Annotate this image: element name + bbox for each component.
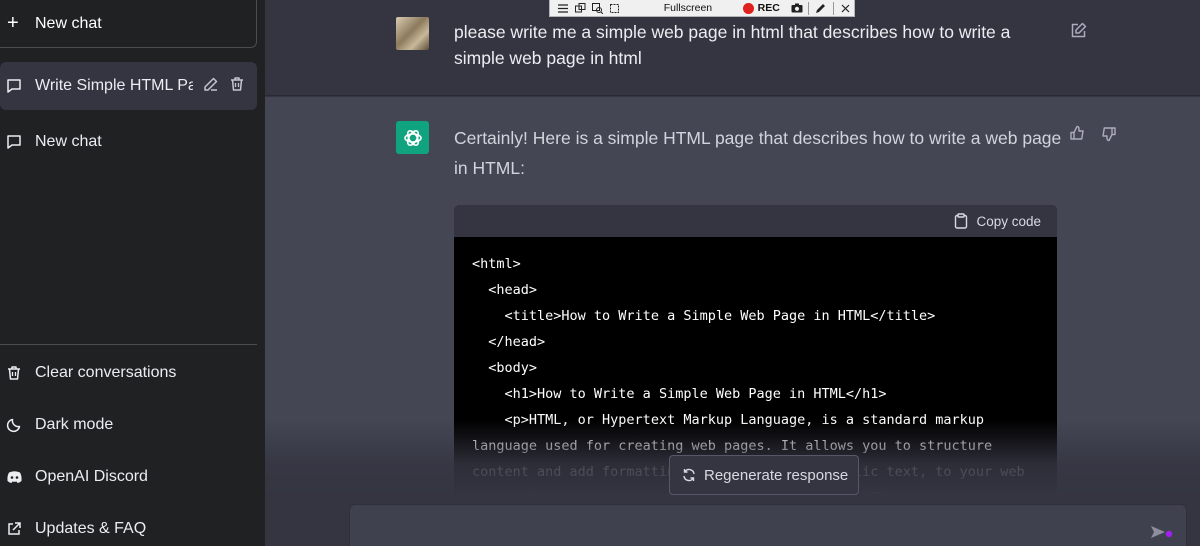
dark-mode-label: Dark mode — [35, 416, 114, 433]
trash-icon — [6, 365, 35, 381]
chat-bubble-icon — [6, 134, 35, 150]
conversation-label: Write Simple HTML Page — [35, 77, 193, 94]
rec-label[interactable]: REC — [758, 2, 780, 14]
copy-code-button[interactable]: Copy code — [454, 205, 1057, 237]
user-message-text: please write me a simple web page in htm… — [454, 22, 1011, 68]
region-zoom-icon[interactable] — [589, 0, 606, 17]
region-select-icon[interactable] — [606, 0, 623, 17]
clear-conversations-button[interactable]: Clear conversations — [0, 353, 257, 393]
send-icon[interactable] — [1150, 524, 1174, 545]
thumbs-up-icon[interactable] — [1069, 125, 1086, 147]
clear-conversations-label: Clear conversations — [35, 364, 177, 381]
conversation-item-active[interactable]: Write Simple HTML Page — [0, 62, 257, 110]
thumbs-down-icon[interactable] — [1100, 125, 1117, 147]
external-link-icon — [6, 521, 35, 537]
updates-faq-link[interactable]: Updates & FAQ — [0, 509, 257, 546]
delete-conversation-icon[interactable] — [229, 76, 245, 97]
updates-faq-label: Updates & FAQ — [35, 520, 147, 537]
refresh-icon — [682, 468, 696, 482]
rename-conversation-icon[interactable] — [203, 76, 219, 97]
edit-message-icon[interactable] — [1070, 22, 1087, 44]
record-dot-icon[interactable] — [743, 2, 754, 14]
toolbar-separator — [832, 1, 834, 15]
conversation-item[interactable]: New chat — [0, 118, 257, 166]
openai-logo-icon — [396, 121, 429, 154]
plus-icon: + — [7, 12, 19, 34]
camera-icon[interactable] — [788, 0, 805, 17]
copy-code-label: Copy code — [976, 213, 1041, 229]
menu-icon[interactable] — [554, 0, 571, 17]
user-avatar — [396, 17, 429, 50]
pen-icon[interactable] — [812, 0, 829, 17]
screen-recorder-toolbar: Fullscreen REC — [549, 0, 855, 17]
dark-mode-button[interactable]: Dark mode — [0, 405, 257, 445]
window-capture-icon[interactable] — [571, 0, 588, 17]
assistant-message-text: Certainly! Here is a simple HTML page th… — [454, 128, 1062, 178]
discord-icon — [6, 470, 35, 484]
new-chat-label: New chat — [35, 14, 102, 32]
sidebar: + New chat Write Simple HTML Page New ch… — [0, 0, 265, 546]
regenerate-response-label: Regenerate response — [704, 466, 849, 484]
fullscreen-label[interactable]: Fullscreen — [664, 2, 743, 14]
sidebar-divider — [0, 344, 257, 345]
moon-icon — [6, 417, 35, 433]
toolbar-separator — [808, 1, 810, 15]
regenerate-response-button[interactable]: Regenerate response — [669, 455, 859, 495]
openai-discord-link[interactable]: OpenAI Discord — [0, 457, 257, 497]
new-chat-button[interactable]: + New chat — [0, 0, 257, 48]
chat-bubble-icon — [6, 78, 35, 94]
openai-discord-label: OpenAI Discord — [35, 468, 148, 485]
chat-main: please write me a simple web page in htm… — [265, 0, 1200, 546]
close-icon[interactable] — [837, 0, 854, 17]
message-input[interactable] — [349, 504, 1187, 546]
clipboard-icon — [954, 213, 968, 229]
conversation-label: New chat — [35, 133, 102, 150]
